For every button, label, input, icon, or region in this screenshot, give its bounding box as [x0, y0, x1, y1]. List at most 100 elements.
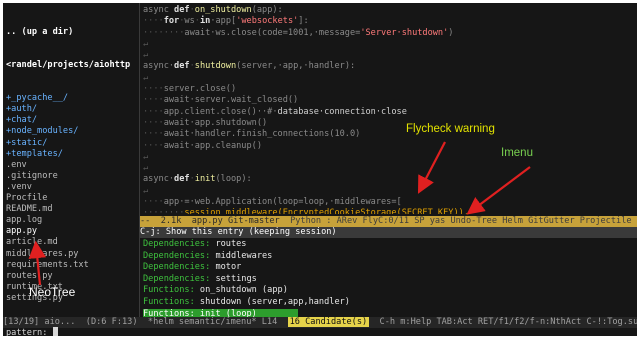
helm-mode-name: *helm semantic/imenu* L14 — [147, 317, 288, 327]
candidate-source: Dependencies: — [143, 262, 211, 273]
code-token: ········ — [143, 27, 185, 38]
code-line[interactable]: ····app·=·web.Application(loop=loop,·mid… — [143, 197, 637, 208]
minibuffer[interactable]: pattern: — [6, 327, 636, 336]
code-token: ···· — [143, 106, 164, 117]
neotree-file[interactable]: .gitignore — [6, 171, 138, 182]
helm-candidate[interactable]: Dependencies: motor — [143, 262, 637, 274]
code-token: on_shutdown — [194, 5, 252, 15]
code-line[interactable]: ········await·ws.close(code=1001,·messag… — [143, 28, 637, 39]
window-divider[interactable] — [139, 3, 140, 321]
neotree-file[interactable]: routes.py — [6, 271, 138, 282]
code-line[interactable]: ····await·app.cleanup() — [143, 141, 637, 152]
code-token: await·app.shutdown() — [163, 117, 268, 128]
code-line[interactable]: ····await·server.wait_closed() — [143, 95, 637, 106]
neotree-file[interactable]: .venv — [6, 182, 138, 193]
code-token: ↵ — [143, 38, 149, 49]
code-line[interactable]: async def·on_shutdown(app): — [143, 5, 637, 16]
neotree-file[interactable]: Procfile — [6, 193, 138, 204]
candidate-source: Dependencies: — [143, 239, 211, 249]
code-line[interactable]: async·def·init(loop): — [143, 174, 637, 185]
code-token: (server,·app,·handler): — [236, 61, 356, 72]
code-line[interactable]: ········session_middleware(EncryptedCook… — [143, 208, 637, 214]
candidate-value: motor — [210, 262, 242, 273]
helm-candidate[interactable]: Dependencies: routes — [143, 239, 637, 251]
code-token: in — [199, 16, 211, 27]
neotree-file[interactable]: README.md — [6, 204, 138, 215]
neotree-file[interactable]: requirements.txt — [6, 260, 138, 271]
candidate-value: settings — [210, 273, 257, 284]
code-token: ) — [448, 27, 454, 38]
code-token: (app): — [251, 5, 283, 15]
code-token: async· — [143, 61, 175, 72]
code-token: ↵ — [143, 163, 149, 174]
code-line[interactable]: ····await·handler.finish_connections(10.… — [143, 129, 637, 140]
code-line[interactable]: ····app.client.close()··#·database·conne… — [143, 107, 637, 118]
annotation-neotree: NeoTree — [29, 285, 76, 299]
neotree-dir[interactable]: +auth/ — [6, 104, 138, 115]
editor-buffer[interactable]: async def·on_shutdown(app): ····for·ws·in… — [143, 5, 637, 214]
code-token: init — [194, 174, 216, 185]
candidate-source: Functions: — [143, 296, 195, 307]
neotree-dir[interactable]: +chat/ — [6, 115, 138, 126]
emacs-frame: .. (up a dir) <randel/projects/aiohttp +… — [3, 3, 637, 336]
neotree-dir[interactable]: +templates/ — [6, 149, 138, 160]
code-token: async· — [143, 174, 175, 185]
neotree-root-path[interactable]: <randel/projects/aiohttp — [6, 60, 138, 71]
code-token: ↵ — [143, 185, 149, 196]
code-line[interactable]: ↵ — [143, 152, 637, 163]
neotree-file[interactable]: middlewares.py — [6, 249, 138, 260]
neotree-dir[interactable]: +node_modules/ — [6, 126, 138, 137]
helm-candidate[interactable]: Dependencies: settings — [143, 274, 637, 286]
helm-candidate[interactable]: Dependencies: middlewares — [143, 251, 637, 263]
candidate-source: Functions: — [143, 285, 195, 296]
code-token: ···· — [143, 129, 164, 140]
neotree-file[interactable]: app.py — [6, 226, 138, 237]
code-token: shutdown — [194, 61, 237, 72]
neotree-file[interactable]: app.log — [6, 215, 138, 226]
code-token: 'Server·shutdown' — [360, 27, 449, 38]
neotree-dir[interactable]: +static/ — [6, 138, 138, 149]
helm-candidate[interactable]: Functions: shutdown (server,app,handler) — [143, 297, 637, 309]
neotree-file[interactable]: article.md — [6, 237, 138, 248]
candidate-source: Dependencies: — [143, 250, 211, 261]
helm-candidate-list[interactable]: Dependencies: routes Dependencies: middle… — [143, 239, 637, 321]
helm-header: C-j: Show this entry (keeping session) — [140, 227, 637, 238]
code-token: ]: — [298, 16, 309, 27]
code-line[interactable]: async·def·shutdown(server,·app,·handler)… — [143, 61, 637, 72]
code-line[interactable]: ↵ — [143, 73, 637, 84]
code-line[interactable]: ↵ — [143, 186, 637, 197]
neotree-status: [13/19] aio... (D:6 F:13) — [3, 317, 138, 327]
code-token: ·app[ — [210, 16, 237, 27]
neotree-file[interactable]: .env — [6, 160, 138, 171]
code-token: await·server.wait_closed() — [163, 95, 299, 106]
mode-line-buffer-info: -- 2.1k app.py — [140, 216, 223, 226]
mode-line: -- 2.1k app.py Git-master Python : ARev … — [140, 216, 637, 227]
code-line[interactable]: ····await·app.shutdown() — [143, 118, 637, 129]
code-token: ···· — [143, 117, 164, 128]
candidate-count-badge: 16 Candidate(s) — [287, 317, 370, 327]
text-cursor — [52, 327, 58, 336]
neotree-dir[interactable]: +_pycache__/ — [6, 93, 138, 104]
code-token: (loop): — [215, 174, 252, 185]
code-token: ···· — [143, 16, 164, 27]
code-line[interactable]: ↵ — [143, 163, 637, 174]
code-line[interactable]: ↵ — [143, 50, 637, 61]
code-token: await·ws.close(code=1001,·message= — [184, 27, 361, 38]
code-token: for — [163, 16, 180, 27]
neotree-up-dir[interactable]: .. (up a dir) — [6, 27, 138, 38]
code-token: def — [174, 5, 190, 15]
code-token: app·=·web.Application(loop=loop,·middlew… — [163, 197, 402, 208]
code-token: server.close() — [163, 84, 237, 95]
neotree-panel[interactable]: .. (up a dir) <randel/projects/aiohttp +… — [6, 5, 138, 315]
helm-candidate[interactable]: Functions: on_shutdown (app) — [143, 285, 637, 297]
code-line[interactable]: ↵ — [143, 39, 637, 50]
code-token: database·connection·close — [277, 106, 407, 117]
code-line[interactable]: ····server.close() — [143, 84, 637, 95]
candidate-source: Dependencies: — [143, 273, 211, 284]
code-token: def — [174, 61, 190, 72]
code-token: ↵ — [143, 151, 149, 162]
code-line[interactable]: ····for·ws·in·app['websockets']: — [143, 16, 637, 27]
code-token: 'websockets' — [236, 16, 299, 27]
code-token: ↵ — [143, 72, 149, 83]
candidate-value: middlewares — [210, 250, 273, 261]
